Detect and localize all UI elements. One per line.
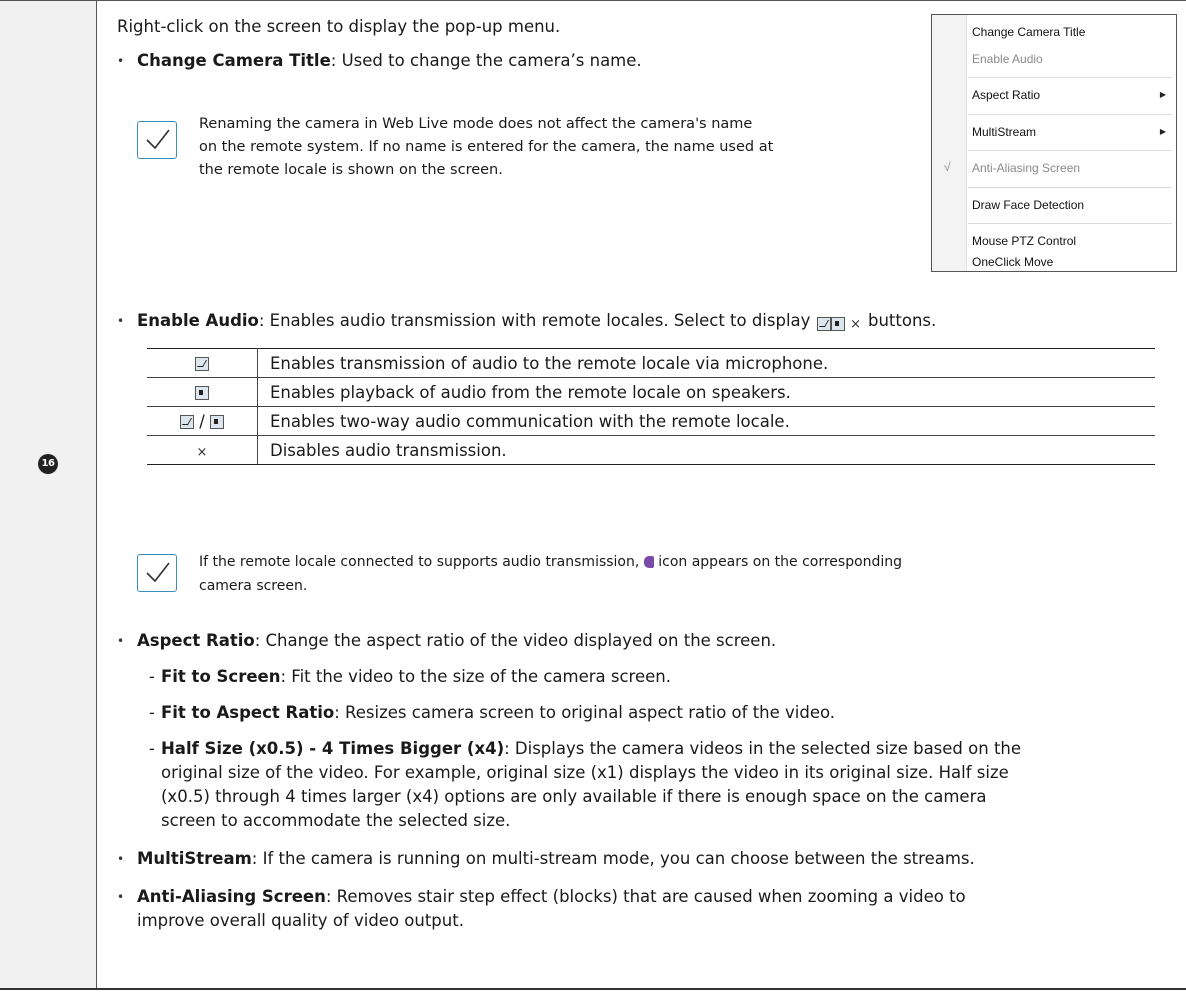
- menu-separator: [968, 223, 1172, 224]
- menu-separator: [968, 187, 1172, 188]
- table-row: Enables transmission of audio to the rem…: [147, 348, 1155, 378]
- note1-line1: Renaming the camera in Web Live mode doe…: [199, 116, 753, 132]
- table-icon-cell: [147, 348, 258, 378]
- menu-item-anti-aliasing-screen[interactable]: Anti-Aliasing Screen: [972, 161, 1080, 175]
- multistream-term: MultiStream: [137, 849, 252, 868]
- menu-item-change-camera-title[interactable]: Change Camera Title: [972, 25, 1085, 39]
- menu-separator: [968, 77, 1172, 78]
- speaker-icon: [831, 316, 845, 331]
- submenu-arrow-icon: ▶: [1159, 90, 1166, 99]
- note1-line2: on the remote system. If no name is ente…: [199, 139, 774, 155]
- row-number-badge: 16: [38, 454, 58, 474]
- table-text-cell: Enables transmission of audio to the rem…: [257, 348, 1155, 378]
- intro-text: Right-click on the screen to display the…: [117, 17, 561, 36]
- enable-audio-desc: : Enables audio transmission with remote…: [258, 311, 811, 330]
- enable-audio-item: Enable Audio: Enables audio transmission…: [137, 309, 810, 333]
- table-icon-cell: /: [147, 406, 258, 436]
- anti-aliasing-desc: : Removes stair step effect (blocks) tha…: [325, 887, 966, 906]
- fit-aspect-item: Fit to Aspect Ratio: Resizes camera scre…: [161, 701, 835, 725]
- menu-item-aspect-ratio[interactable]: Aspect Ratio: [972, 88, 1040, 102]
- submenu-arrow-icon: ▶: [1159, 127, 1166, 136]
- change-title-item: Change Camera Title: Used to change the …: [137, 49, 642, 73]
- note-check-icon: [137, 554, 177, 592]
- half-size-line2: original size of the video. For example,…: [161, 763, 1009, 782]
- bullet: •: [117, 890, 125, 904]
- bullet: •: [117, 634, 125, 648]
- half-size-term: Half Size (x0.5) - 4 Times Bigger (x4): [161, 739, 505, 758]
- mic-icon: [179, 415, 194, 429]
- fit-screen-term: Fit to Screen: [161, 667, 281, 686]
- close-icon: ×: [850, 317, 861, 332]
- table-row: / Enables two-way audio communication wi…: [147, 406, 1155, 436]
- half-size-item: Half Size (x0.5) - 4 Times Bigger (x4): …: [161, 737, 1021, 761]
- multistream-desc: : If the camera is running on multi-stre…: [251, 849, 975, 868]
- note2-line2: camera screen.: [199, 578, 308, 594]
- speaker-icon: [210, 415, 225, 429]
- aspect-ratio-desc: : Change the aspect ratio of the video d…: [254, 631, 777, 650]
- enable-audio-term: Enable Audio: [137, 311, 259, 330]
- change-title-term: Change Camera Title: [137, 51, 331, 70]
- column-divider: [96, 0, 97, 990]
- dash: -: [149, 667, 155, 686]
- note1-line3: the remote locale is shown on the screen…: [199, 162, 503, 178]
- audio-table: Enables transmission of audio to the rem…: [147, 348, 1155, 465]
- menu-item-oneclick-move[interactable]: OneClick Move: [972, 255, 1053, 269]
- close-icon: ×: [196, 444, 208, 460]
- table-row: × Disables audio transmission.: [147, 435, 1155, 465]
- slash-separator: /: [199, 411, 205, 431]
- anti-aliasing-item: Anti-Aliasing Screen: Removes stair step…: [137, 885, 966, 909]
- note-check-icon: [137, 121, 177, 159]
- bullet: •: [117, 852, 125, 866]
- enable-audio-desc-tail: buttons.: [868, 311, 937, 330]
- table-row: Enables playback of audio from the remot…: [147, 377, 1155, 407]
- half-size-line3: (x0.5) through 4 times larger (x4) optio…: [161, 787, 987, 806]
- half-size-line4: screen to accommodate the selected size.: [161, 811, 511, 830]
- change-title-desc: : Used to change the camera’s name.: [330, 51, 642, 70]
- table-bottom-border: [0, 988, 1186, 990]
- note2-text-a: If the remote locale connected to suppor…: [199, 554, 640, 570]
- bullet: •: [117, 54, 125, 68]
- table-text-cell: Enables two-way audio communication with…: [257, 406, 1155, 436]
- aspect-ratio-item: Aspect Ratio: Change the aspect ratio of…: [137, 629, 776, 653]
- dash: -: [149, 739, 155, 758]
- menu-item-mouse-ptz-control[interactable]: Mouse PTZ Control: [972, 234, 1076, 248]
- anti-aliasing-line2: improve overall quality of video output.: [137, 911, 464, 930]
- fit-screen-item: Fit to Screen: Fit the video to the size…: [161, 665, 671, 689]
- note2-text-b: icon appears on the corresponding: [658, 554, 903, 570]
- table-text-cell: Enables playback of audio from the remot…: [257, 377, 1155, 407]
- menu-gutter: [932, 15, 967, 271]
- fit-aspect-term: Fit to Aspect Ratio: [161, 703, 335, 722]
- table-icon-cell: ×: [147, 435, 258, 465]
- row-number-column: [0, 1, 96, 988]
- note2-line1: If the remote locale connected to suppor…: [199, 550, 902, 574]
- menu-item-multistream[interactable]: MultiStream: [972, 125, 1036, 139]
- fit-screen-desc: : Fit the video to the size of the camer…: [280, 667, 671, 686]
- fit-aspect-desc: : Resizes camera screen to original aspe…: [334, 703, 836, 722]
- bullet: •: [117, 314, 125, 328]
- menu-item-draw-face-detection[interactable]: Draw Face Detection: [972, 198, 1084, 212]
- menu-item-enable-audio[interactable]: Enable Audio: [972, 52, 1043, 66]
- speaker-icon: [195, 386, 209, 400]
- checkmark-icon: √: [944, 160, 951, 174]
- table-top-border: [0, 0, 1186, 1]
- menu-separator: [968, 150, 1172, 151]
- audio-buttons-inline: ×: [817, 313, 861, 332]
- table-text-cell: Disables audio transmission.: [257, 435, 1155, 465]
- menu-separator: [968, 114, 1172, 115]
- multistream-item: MultiStream: If the camera is running on…: [137, 847, 975, 871]
- mic-icon: [817, 316, 831, 331]
- half-size-desc: : Displays the camera videos in the sele…: [504, 739, 1022, 758]
- dash: -: [149, 703, 155, 722]
- mic-icon: [195, 357, 209, 371]
- aspect-ratio-term: Aspect Ratio: [137, 631, 255, 650]
- context-menu: Change Camera Title Enable Audio Aspect …: [931, 14, 1177, 272]
- anti-aliasing-term: Anti-Aliasing Screen: [137, 887, 326, 906]
- speaker-status-icon: [643, 556, 654, 568]
- table-icon-cell: [147, 377, 258, 407]
